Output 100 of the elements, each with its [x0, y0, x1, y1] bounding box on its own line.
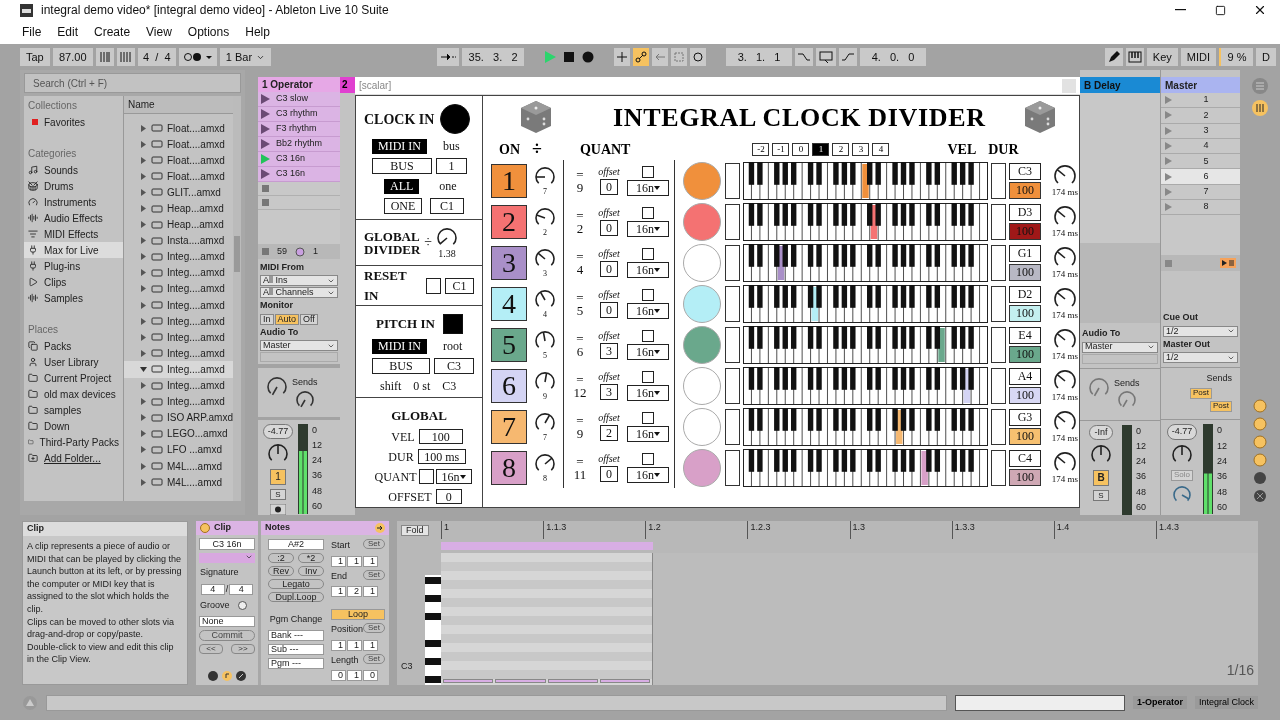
text-field[interactable]: G3 — [1009, 408, 1041, 426]
tap-button[interactable]: Tap — [20, 48, 50, 66]
dropdown[interactable]: None — [199, 615, 255, 627]
channel-toggle[interactable]: 6 — [491, 368, 527, 403]
sidebar-item[interactable]: Drums — [24, 178, 123, 194]
scene-launch[interactable]: 5 — [1161, 154, 1240, 170]
sidebar-item[interactable]: Plug-ins — [24, 258, 123, 274]
all-button[interactable]: ALL — [384, 178, 420, 194]
browser-item[interactable]: Float....amxd — [124, 120, 233, 137]
dropdown[interactable]: 16n — [627, 220, 669, 237]
octave-button[interactable]: -2 — [752, 142, 770, 156]
dropdown[interactable]: 16n — [627, 384, 669, 401]
midi-in-button[interactable]: MIDI IN — [372, 338, 427, 354]
value-field[interactable]: 3 — [600, 342, 618, 359]
sidebar-item[interactable]: Third-Party Packs — [39, 434, 119, 450]
solo-button[interactable]: S — [1093, 490, 1109, 501]
browser-item[interactable]: Integ....amxd — [124, 393, 233, 410]
text-field[interactable]: C3 — [1009, 162, 1041, 180]
value-field[interactable]: C1 — [430, 198, 464, 214]
loop-start-field[interactable]: 3. 1. 1 — [726, 48, 793, 66]
menu-item[interactable]: Create — [92, 26, 133, 38]
browser-item[interactable]: Integ....amxd — [124, 377, 233, 394]
number-field[interactable]: 100 — [1009, 263, 1041, 281]
sidebar-item[interactable]: Sounds — [24, 162, 123, 178]
octave-button[interactable]: 4 — [872, 142, 890, 156]
number-field[interactable]: 1 — [362, 586, 378, 597]
quantize-dropdown[interactable]: 1 Bar — [219, 48, 272, 66]
sidebar-item[interactable]: Max for Live — [24, 242, 123, 258]
sidebar-item[interactable]: User Library — [44, 354, 99, 370]
number-field[interactable]: 100 — [1009, 304, 1041, 322]
previous-button[interactable]: << — [199, 643, 223, 654]
number-field[interactable]: 100 — [1009, 181, 1041, 199]
dropdown[interactable]: All Channels — [260, 287, 338, 299]
text-field[interactable]: A#2 — [267, 539, 324, 550]
sidebar-item[interactable]: MIDI Effects — [24, 226, 123, 242]
octave-button[interactable]: 0 — [792, 142, 810, 156]
number-field[interactable]: 100 — [1009, 468, 1041, 486]
search-field[interactable]: Search (Ctrl + F) — [24, 73, 241, 93]
value-field[interactable]: C3 — [434, 358, 474, 374]
browser-item[interactable]: Integ....amxd — [124, 361, 233, 378]
dropdown[interactable]: 16n — [627, 179, 669, 196]
dropdown[interactable]: 1/2 — [1163, 352, 1238, 364]
browser-item[interactable]: Float....amxd — [124, 152, 233, 169]
sidebar-item[interactable]: Samples — [24, 290, 123, 306]
sidebar-item[interactable]: samples — [44, 402, 82, 418]
track-header[interactable]: B Delay — [1080, 77, 1160, 93]
number-field[interactable]: 1 — [330, 639, 346, 651]
channel-toggle[interactable]: 7 — [491, 409, 527, 444]
number-field[interactable]: 1 — [330, 586, 346, 597]
browser-item[interactable]: Float....amxd — [124, 168, 233, 185]
value-field[interactable]: 0 — [600, 465, 618, 482]
track-header[interactable]: 1 Operator — [258, 77, 340, 92]
sidebar-item[interactable]: Packs — [44, 338, 72, 354]
browser-item[interactable]: Integ....amxd — [124, 248, 233, 265]
text-field[interactable]: D2 — [1009, 285, 1041, 303]
next-button[interactable]: >> — [231, 643, 255, 654]
menu-item[interactable]: Edit — [55, 26, 81, 38]
value-field[interactable]: 3 — [600, 383, 618, 400]
dropdown[interactable]: 1/2 — [1163, 325, 1238, 337]
sidebar-item[interactable]: Audio Effects — [24, 210, 123, 226]
value-field[interactable]: C1 — [444, 277, 474, 294]
scene-launch[interactable]: 2 — [1161, 108, 1240, 124]
loop-length-field[interactable]: 4. 0. 0 — [860, 48, 927, 66]
tempo-field[interactable]: 87.00 — [52, 48, 93, 66]
value-field[interactable]: 0 — [600, 219, 618, 236]
channel-toggle[interactable]: 8 — [491, 450, 527, 485]
monitor-button[interactable]: In — [260, 313, 274, 325]
octave-button[interactable]: -1 — [772, 142, 790, 156]
midi-map-button[interactable]: MIDI — [1180, 48, 1217, 66]
text-field[interactable]: A4 — [1009, 367, 1041, 385]
channel-toggle[interactable]: 1 — [491, 163, 527, 198]
browser-item[interactable]: GLIT...amxd — [124, 184, 233, 201]
browser-item[interactable]: Heap...amxd — [124, 200, 233, 217]
value-field[interactable]: 2 — [600, 424, 618, 441]
midi-in-button[interactable]: MIDI IN — [372, 138, 427, 154]
octave-button[interactable]: 1 — [812, 142, 830, 156]
number-field[interactable]: 1 — [346, 670, 362, 681]
dropdown[interactable]: Master — [1082, 341, 1158, 353]
menu-item[interactable]: Help — [243, 26, 272, 38]
value-field[interactable]: 0 — [600, 301, 618, 318]
value-field[interactable]: 0 — [600, 178, 618, 195]
number-field[interactable]: 2 — [346, 586, 362, 597]
number-field[interactable]: 100 — [1009, 386, 1041, 404]
channel-toggle[interactable]: 5 — [491, 327, 527, 362]
post-button[interactable]: Post — [1190, 387, 1212, 399]
channel-toggle[interactable]: 2 — [491, 204, 527, 239]
number-field[interactable]: 1 — [346, 555, 362, 567]
browser-item[interactable]: LFO ...amxd — [124, 441, 233, 458]
sidebar-item[interactable]: Down — [44, 418, 70, 434]
browser-item[interactable]: Integ....amxd — [124, 280, 233, 298]
bus-button[interactable]: BUS — [372, 158, 432, 174]
text-field[interactable]: D3 — [1009, 203, 1041, 221]
dropdown[interactable]: 16n — [627, 466, 669, 483]
browser-item[interactable]: M4L....amxd — [124, 474, 233, 491]
text-field[interactable]: C4 — [1009, 449, 1041, 467]
value-field[interactable]: 0 — [435, 489, 462, 504]
dropdown[interactable]: 16n — [627, 425, 669, 442]
sub-bank-field[interactable]: Sub --- — [267, 643, 324, 655]
browser-item[interactable]: LEGO...amxd — [124, 425, 233, 442]
sidebar-item[interactable]: old max devices — [44, 386, 116, 402]
